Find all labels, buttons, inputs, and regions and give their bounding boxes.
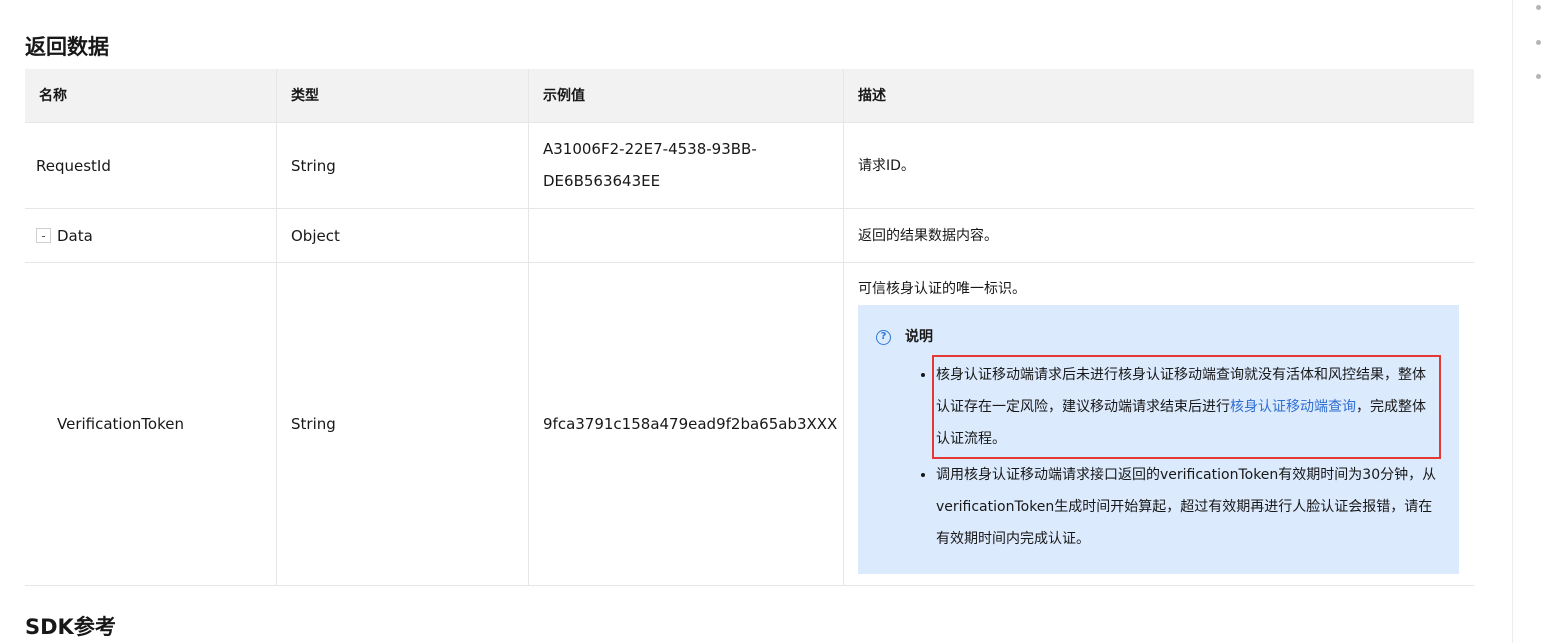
note-item-highlighted: 核身认证移动端请求后未进行核身认证移动端查询就没有活体和风控结果，整体认证存在一…	[932, 355, 1441, 459]
table-row: RequestId String A31006F2-22E7-4538-93BB…	[25, 123, 1474, 209]
header-description: 描述	[858, 87, 886, 104]
example-line-2: DE6B563643EE	[543, 172, 661, 190]
param-type: String	[277, 263, 529, 585]
param-name: VerificationToken	[25, 263, 277, 585]
header-example: 示例值	[529, 69, 844, 122]
param-description: 可信核身认证的唯一标识。	[858, 281, 1026, 297]
toc-dot-icon[interactable]	[1536, 74, 1541, 79]
param-type: Object	[277, 209, 529, 262]
mobile-query-link[interactable]: 核身认证移动端查询	[1230, 399, 1356, 415]
right-rail-divider	[1512, 0, 1513, 643]
note-title: 说明	[905, 329, 933, 345]
param-example	[529, 209, 844, 262]
param-type: String	[277, 123, 529, 208]
question-circle-icon: ?	[876, 329, 891, 345]
param-example: 9fca3791c158a479ead9f2ba65ab3XXX	[529, 263, 844, 585]
toc-dot-icon[interactable]	[1536, 40, 1541, 45]
note-header: ? 说明	[876, 325, 1437, 349]
table-row: - Data Object 返回的结果数据内容。	[25, 209, 1474, 263]
param-description: 返回的结果数据内容。	[858, 227, 998, 244]
param-name: RequestId	[25, 123, 277, 208]
param-description: 请求ID。	[858, 157, 915, 174]
param-example: A31006F2-22E7-4538-93BB- DE6B563643EE	[529, 123, 844, 208]
note-item: 调用核身认证移动端请求接口返回的verificationToken有效期时间为3…	[936, 459, 1437, 555]
doc-page: 返回数据 名称 类型 示例值 描述 RequestId String A3100…	[0, 0, 1552, 643]
toc-dot-icon[interactable]	[1536, 5, 1541, 10]
param-name: Data	[57, 226, 93, 245]
return-data-heading: 返回数据	[25, 35, 109, 59]
return-data-table: 名称 类型 示例值 描述 RequestId String A31006F2-2…	[25, 69, 1474, 586]
example-line-1: A31006F2-22E7-4538-93BB-	[543, 140, 757, 158]
note-box: ? 说明 核身认证移动端请求后未进行核身认证移动端查询就没有活体和风控结果，整体…	[858, 305, 1459, 574]
note-list: 核身认证移动端请求后未进行核身认证移动端查询就没有活体和风控结果，整体认证存在一…	[876, 355, 1441, 555]
collapse-minus-icon[interactable]: -	[36, 228, 51, 243]
table-row: VerificationToken String 9fca3791c158a47…	[25, 263, 1474, 585]
header-type: 类型	[277, 69, 529, 122]
table-header-row: 名称 类型 示例值 描述	[25, 69, 1474, 123]
header-name: 名称	[25, 69, 277, 122]
sdk-reference-heading: SDK参考	[25, 615, 116, 639]
param-description-cell: 可信核身认证的唯一标识。 ? 说明 核身认证移动端请求后未进行核身认证移动端查询…	[844, 263, 1474, 585]
param-name-cell: - Data	[25, 209, 277, 262]
